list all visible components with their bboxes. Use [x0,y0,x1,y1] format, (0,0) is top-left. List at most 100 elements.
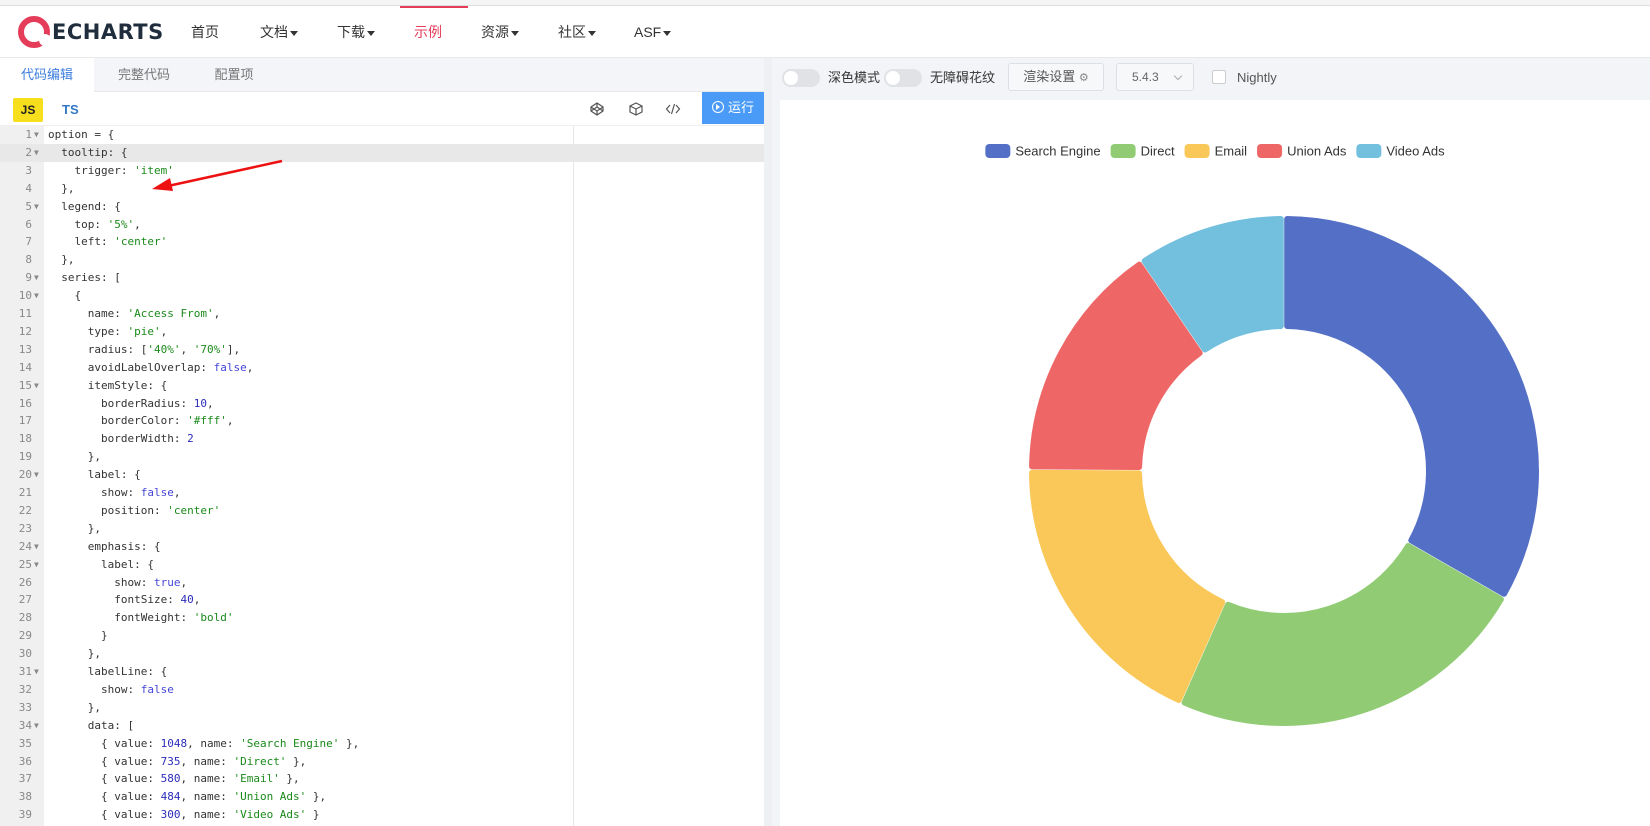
legend-item[interactable]: Union Ads [1257,144,1347,159]
code-line[interactable]: 1 ▼ option = { [0,126,764,144]
code-text: { value: 300, name: 'Video Ads' } [48,808,320,822]
code-line[interactable]: 13 radius: ['40%', '70%'], [0,341,764,359]
code-line[interactable]: 8 }, [0,251,764,269]
code-line[interactable]: 38 { value: 484, name: 'Union Ads' }, [0,788,764,806]
nav-item-resources[interactable]: 资源 [481,22,519,42]
preview-controls: 深色模式 无障碍花纹 渲染设置 ⚙ 5.4.3 Nightly [772,58,1650,98]
code-line[interactable]: 23 }, [0,520,764,538]
pie-slice-direct[interactable] [1181,543,1504,726]
lang-js-button[interactable]: JS [13,98,43,122]
code-line[interactable]: 5 ▼ legend: { [0,198,764,216]
code-line[interactable]: 4 }, [0,180,764,198]
code-line[interactable]: 37 { value: 580, name: 'Email' }, [0,770,764,788]
legend-item[interactable]: Email [1184,144,1248,159]
code-line[interactable]: 7 left: 'center' [0,233,764,251]
code-line[interactable]: 18 borderWidth: 2 [0,430,764,448]
code-line[interactable]: 10 ▼ { [0,287,764,305]
legend-item[interactable]: Search Engine [985,144,1101,159]
codepen-icon[interactable] [588,101,606,119]
fold-toggle-icon[interactable]: ▼ [34,377,39,395]
code-line[interactable]: 32 show: false [0,681,764,699]
code-icon[interactable] [664,101,682,119]
code-line[interactable]: 22 position: 'center' [0,502,764,520]
code-line[interactable]: 24 ▼ emphasis: { [0,538,764,556]
toggle-knob [784,71,798,85]
code-line[interactable]: 9 ▼ series: [ [0,269,764,287]
code-line[interactable]: 19 }, [0,448,764,466]
code-text: }, [48,181,75,195]
pie-slice-email[interactable] [1029,469,1226,703]
echarts-logo[interactable]: ECHARTS [18,16,164,48]
code-line[interactable]: 3 trigger: 'item' [0,162,764,180]
code-line[interactable]: 6 top: '5%', [0,216,764,234]
fold-toggle-icon[interactable]: ▼ [34,144,39,162]
chart-canvas[interactable]: Search Engine Direct Email Union Ads Video A… [780,100,1650,826]
line-number: 20 [18,468,32,482]
panel-divider[interactable] [764,58,772,826]
nightly-checkbox[interactable] [1212,70,1226,84]
code-line[interactable]: 14 avoidLabelOverlap: false, [0,359,764,377]
tab-options[interactable]: 配置项 [194,58,274,92]
fold-toggle-icon[interactable]: ▼ [34,556,39,574]
code-line[interactable]: 20 ▼ label: { [0,466,764,484]
code-line[interactable]: 16 borderRadius: 10, [0,395,764,413]
code-line[interactable]: 39 { value: 300, name: 'Video Ads' } [0,806,764,824]
fold-toggle-icon[interactable]: ▼ [34,538,39,556]
line-number: 12 [18,324,32,338]
code-line[interactable]: 35 { value: 1048, name: 'Search Engine' … [0,735,764,753]
code-line[interactable]: 27 fontSize: 40, [0,591,764,609]
code-line[interactable]: 34 ▼ data: [ [0,717,764,735]
legend-swatch [1184,144,1210,158]
code-line[interactable]: 17 borderColor: '#fff', [0,412,764,430]
code-line[interactable]: 11 name: 'Access From', [0,305,764,323]
nav-item-asf[interactable]: ASF [634,22,672,42]
legend-item[interactable]: Direct [1110,144,1175,159]
code-editor[interactable]: 1 ▼ option = {2 ▼ tooltip: {3 trigger: 'ite… [0,126,764,826]
line-number: 25 [18,557,32,571]
dark-mode-toggle[interactable] [782,69,820,87]
fold-toggle-icon[interactable]: ▼ [34,198,39,216]
fold-toggle-icon[interactable]: ▼ [34,269,39,287]
nav-item-community[interactable]: 社区 [558,22,596,42]
version-value: 5.4.3 [1132,70,1159,84]
code-line[interactable]: 26 show: true, [0,574,764,592]
tab-full-code[interactable]: 完整代码 [94,58,194,92]
line-number: 7 [25,235,32,249]
code-text: series: [ [48,271,121,285]
fold-toggle-icon[interactable]: ▼ [34,717,39,735]
code-line[interactable]: 21 show: false, [0,484,764,502]
code-line[interactable]: 15 ▼ itemStyle: { [0,377,764,395]
code-line[interactable]: 30 }, [0,645,764,663]
code-line[interactable]: 36 { value: 735, name: 'Direct' }, [0,753,764,771]
nav-item-download[interactable]: 下载 [337,22,375,42]
nav-item-home[interactable]: 首页 [191,22,219,42]
editor-tabs: 代码编辑 完整代码 配置项 [0,58,764,92]
version-select[interactable]: 5.4.3 [1116,63,1194,91]
code-line[interactable]: 33 }, [0,699,764,717]
render-settings-button[interactable]: 渲染设置 ⚙ [1008,63,1104,91]
code-line[interactable]: 28 fontWeight: 'bold' [0,609,764,627]
code-text: top: '5%', [48,217,141,231]
code-line[interactable]: 31 ▼ labelLine: { [0,663,764,681]
nav-item-docs[interactable]: 文档 [260,22,298,42]
dark-mode-label: 深色模式 [828,70,881,85]
nav-item-examples[interactable]: 示例 [414,22,442,42]
run-button[interactable]: 运行 [702,92,764,124]
fold-toggle-icon[interactable]: ▼ [34,663,39,681]
fold-toggle-icon[interactable]: ▼ [34,287,39,305]
code-line[interactable]: 25 ▼ label: { [0,556,764,574]
code-line[interactable]: 12 type: 'pie', [0,323,764,341]
codesandbox-icon[interactable] [627,101,645,119]
fold-toggle-icon[interactable]: ▼ [34,126,39,144]
lang-ts-button[interactable]: TS [62,98,79,122]
a11y-pattern-toggle[interactable] [884,69,922,87]
line-number: 8 [25,253,32,267]
code-line[interactable]: 2 ▼ tooltip: { [0,144,764,162]
line-number: 14 [18,360,32,374]
code-line[interactable]: 29 } [0,627,764,645]
pie-slice-search-engine[interactable] [1284,216,1539,597]
tab-code-edit[interactable]: 代码编辑 [0,58,94,92]
fold-toggle-icon[interactable]: ▼ [34,466,39,484]
legend-item[interactable]: Video Ads [1356,144,1445,159]
code-text: } [48,629,108,643]
